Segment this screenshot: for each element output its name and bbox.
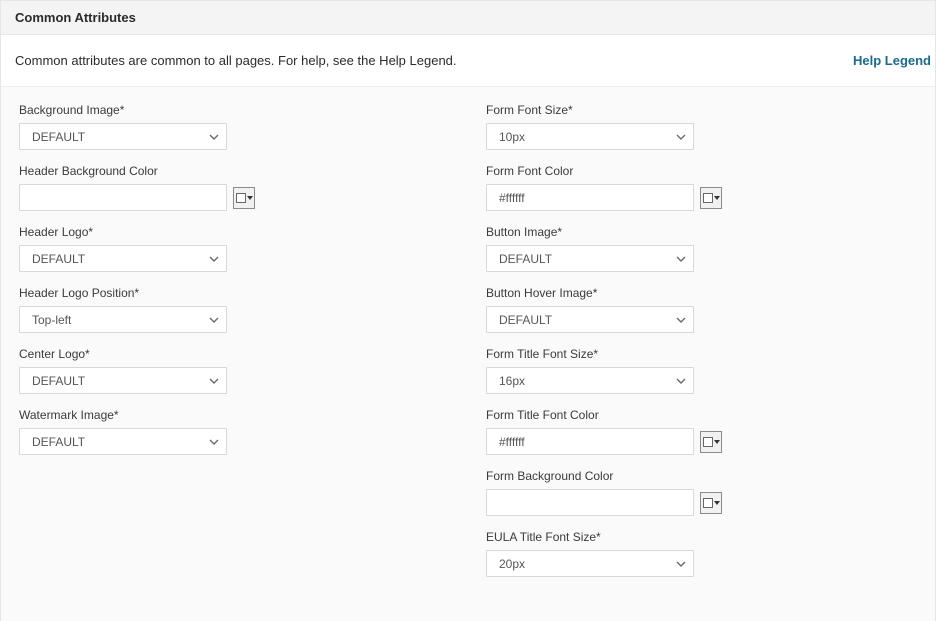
- select-form-title-font-size[interactable]: [486, 367, 694, 394]
- select-header-logo[interactable]: [19, 245, 227, 272]
- select-button-hover-image[interactable]: [486, 306, 694, 333]
- input-form-title-font-color[interactable]: [486, 428, 694, 455]
- select-button-hover-image-value[interactable]: [486, 306, 694, 333]
- field-watermark-image: Watermark Image*: [19, 408, 450, 455]
- select-button-image[interactable]: [486, 245, 694, 272]
- label-eula-title-font-size: EULA Title Font Size*: [486, 530, 917, 544]
- left-column: Background Image* Header Background Colo…: [11, 103, 458, 591]
- caret-down-icon: [714, 440, 720, 444]
- help-legend-link[interactable]: Help Legend: [853, 53, 933, 68]
- right-column: Form Font Size* Form Font Color Butto: [478, 103, 925, 591]
- field-background-image: Background Image*: [19, 103, 450, 150]
- select-header-logo-pos-value[interactable]: [19, 306, 227, 333]
- label-button-hover-image: Button Hover Image*: [486, 286, 917, 300]
- select-center-logo-value[interactable]: [19, 367, 227, 394]
- color-swatch-icon: [703, 498, 713, 508]
- color-swatch-icon: [703, 193, 713, 203]
- label-header-logo-pos: Header Logo Position*: [19, 286, 450, 300]
- caret-down-icon: [714, 196, 720, 200]
- color-swatch-icon: [236, 193, 246, 203]
- color-picker-header-bg[interactable]: [233, 187, 255, 209]
- select-form-font-size-value[interactable]: [486, 123, 694, 150]
- label-form-font-color: Form Font Color: [486, 164, 917, 178]
- label-form-title-font-size: Form Title Font Size*: [486, 347, 917, 361]
- label-button-image: Button Image*: [486, 225, 917, 239]
- label-form-bg-color: Form Background Color: [486, 469, 917, 483]
- select-form-font-size[interactable]: [486, 123, 694, 150]
- caret-down-icon: [714, 501, 720, 505]
- select-watermark-image[interactable]: [19, 428, 227, 455]
- input-form-font-color[interactable]: [486, 184, 694, 211]
- panel-title: Common Attributes: [1, 1, 935, 35]
- field-form-bg-color: Form Background Color: [486, 469, 917, 516]
- input-header-bg-color[interactable]: [19, 184, 227, 211]
- select-background-image[interactable]: [19, 123, 227, 150]
- field-form-title-font-color: Form Title Font Color: [486, 408, 917, 455]
- select-watermark-image-value[interactable]: [19, 428, 227, 455]
- color-picker-form-title-font[interactable]: [700, 431, 722, 453]
- caret-down-icon: [247, 196, 253, 200]
- help-row: Common attributes are common to all page…: [1, 35, 935, 86]
- help-description: Common attributes are common to all page…: [15, 53, 457, 68]
- color-picker-form-font[interactable]: [700, 187, 722, 209]
- field-form-font-color: Form Font Color: [486, 164, 917, 211]
- select-eula-title-font-size-value[interactable]: [486, 550, 694, 577]
- field-header-logo-pos: Header Logo Position*: [19, 286, 450, 333]
- common-attributes-panel: Common Attributes Common attributes are …: [0, 0, 936, 621]
- field-form-title-font-size: Form Title Font Size*: [486, 347, 917, 394]
- select-header-logo-pos[interactable]: [19, 306, 227, 333]
- field-button-image: Button Image*: [486, 225, 917, 272]
- input-form-bg-color[interactable]: [486, 489, 694, 516]
- select-form-title-font-size-value[interactable]: [486, 367, 694, 394]
- label-center-logo: Center Logo*: [19, 347, 450, 361]
- field-button-hover-image: Button Hover Image*: [486, 286, 917, 333]
- field-form-font-size: Form Font Size*: [486, 103, 917, 150]
- form-area: Background Image* Header Background Colo…: [1, 86, 935, 621]
- select-header-logo-value[interactable]: [19, 245, 227, 272]
- label-header-bg-color: Header Background Color: [19, 164, 450, 178]
- field-center-logo: Center Logo*: [19, 347, 450, 394]
- select-button-image-value[interactable]: [486, 245, 694, 272]
- field-eula-title-font-size: EULA Title Font Size*: [486, 530, 917, 577]
- label-form-title-font-color: Form Title Font Color: [486, 408, 917, 422]
- label-form-font-size: Form Font Size*: [486, 103, 917, 117]
- color-picker-form-bg[interactable]: [700, 492, 722, 514]
- label-watermark-image: Watermark Image*: [19, 408, 450, 422]
- select-eula-title-font-size[interactable]: [486, 550, 694, 577]
- field-header-logo: Header Logo*: [19, 225, 450, 272]
- color-swatch-icon: [703, 437, 713, 447]
- field-header-bg-color: Header Background Color: [19, 164, 450, 211]
- label-background-image: Background Image*: [19, 103, 450, 117]
- label-header-logo: Header Logo*: [19, 225, 450, 239]
- select-background-image-value[interactable]: [19, 123, 227, 150]
- select-center-logo[interactable]: [19, 367, 227, 394]
